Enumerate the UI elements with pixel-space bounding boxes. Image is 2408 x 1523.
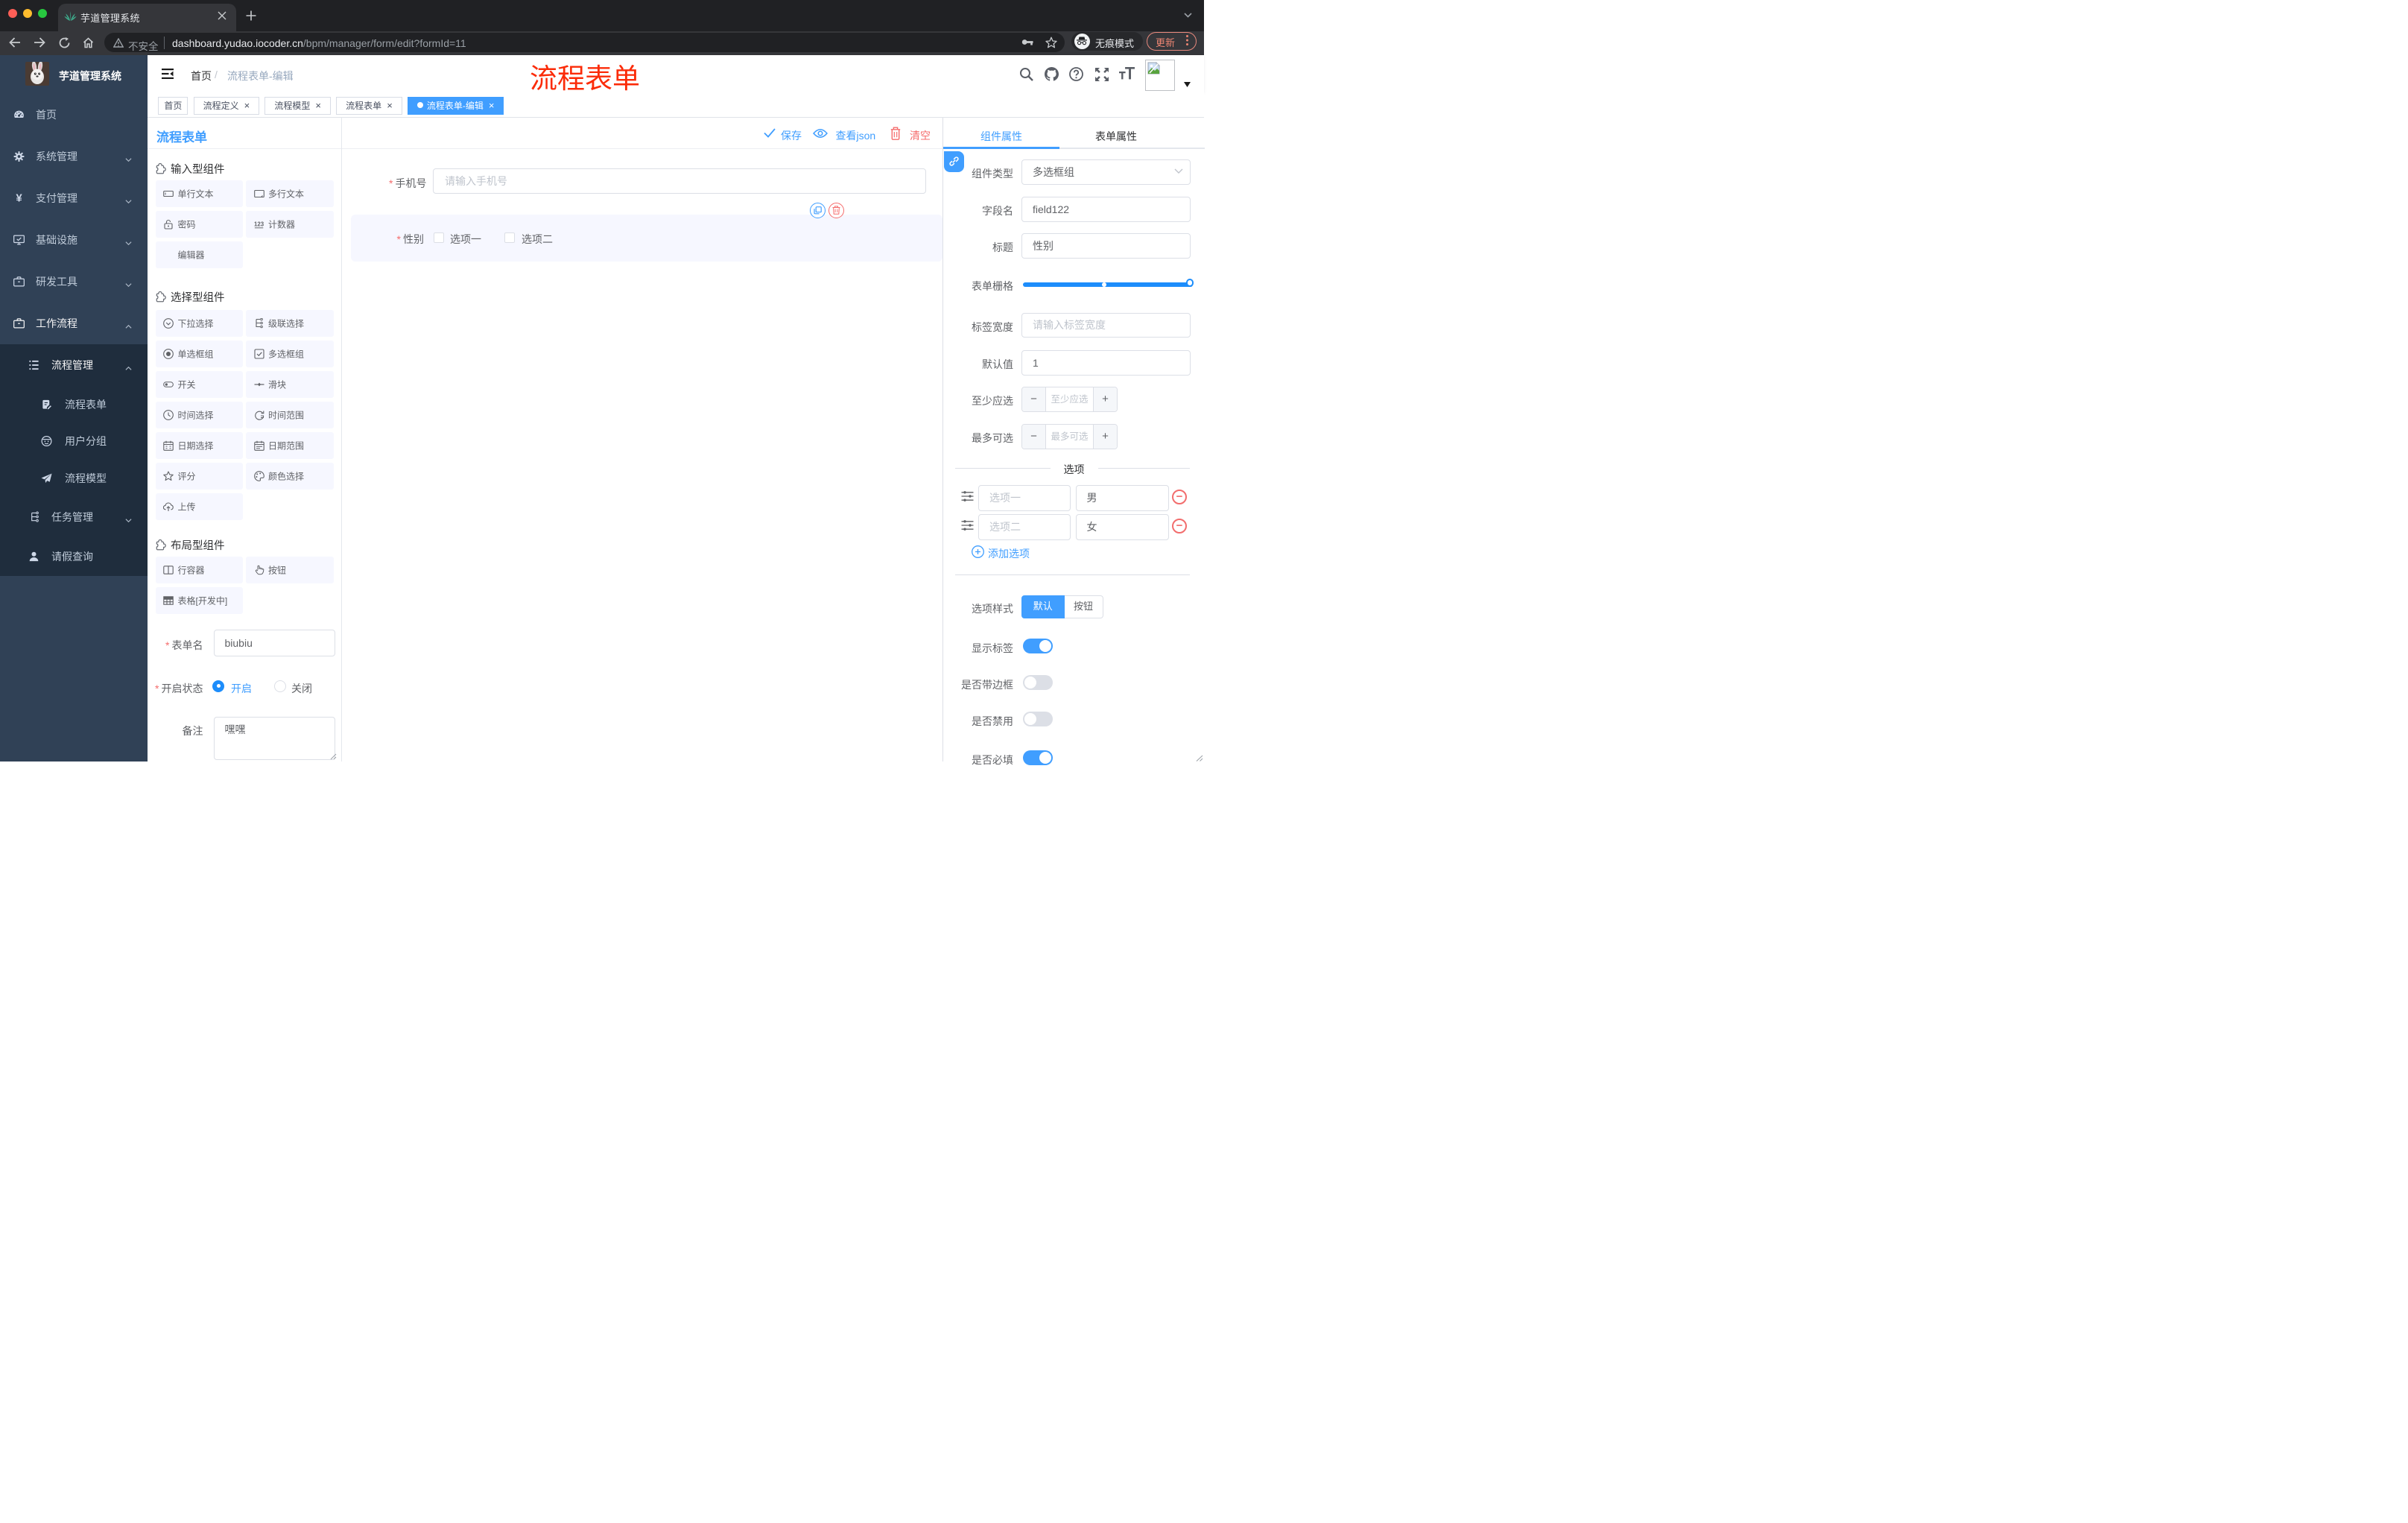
- svg-text:123: 123: [254, 221, 264, 228]
